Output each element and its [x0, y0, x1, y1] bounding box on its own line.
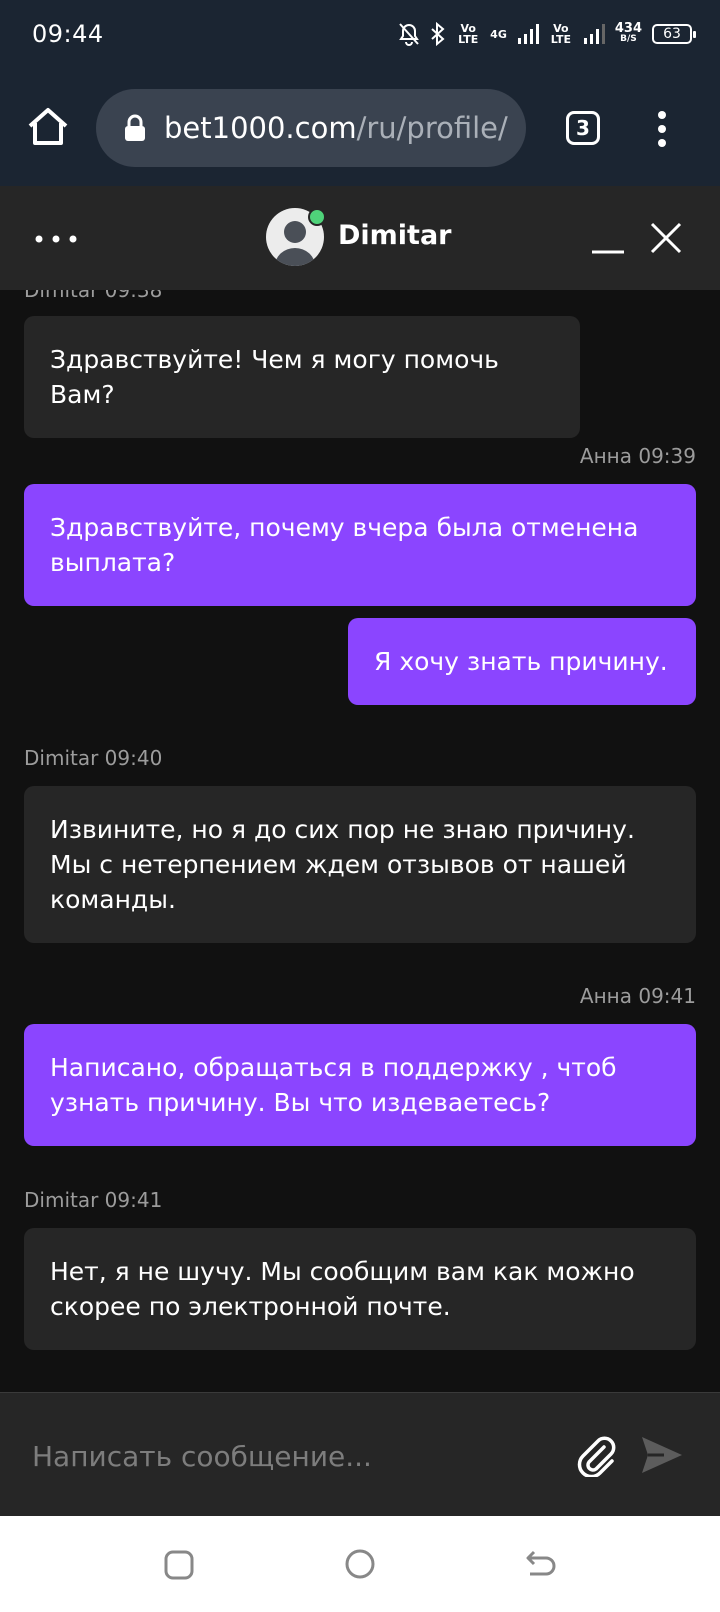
- address-bar[interactable]: bet1000.com/ru/profile/: [96, 89, 526, 167]
- signal-icon-2: [583, 24, 605, 44]
- more-horizontal-icon[interactable]: [34, 234, 78, 244]
- online-status-dot: [308, 208, 326, 226]
- signal-icon-1: [517, 24, 539, 44]
- browser-toolbar: bet1000.com/ru/profile/ 3: [0, 76, 720, 186]
- volte-label-2: Vo LTE: [550, 22, 571, 46]
- battery-level: 63: [663, 26, 681, 42]
- url-path: /ru/profile/: [356, 111, 508, 145]
- tab-count: 3: [576, 116, 590, 140]
- agent-message: Здравствуйте! Чем я могу помочь Вам?: [24, 316, 580, 438]
- send-icon[interactable]: [638, 1431, 686, 1479]
- message-meta: Анна 09:39: [579, 444, 696, 468]
- back-icon[interactable]: [524, 1548, 558, 1580]
- user-message: Я хочу знать причину.: [348, 618, 696, 705]
- battery-indicator: 63: [652, 24, 696, 44]
- agent-name: Dimitar: [338, 220, 452, 251]
- status-icons: Vo LTE 4G Vo LTE 434 B/S 63: [398, 18, 696, 50]
- more-vertical-icon[interactable]: [654, 109, 670, 149]
- status-time: 09:44: [32, 20, 104, 48]
- lock-icon: [125, 114, 145, 141]
- close-icon[interactable]: [648, 220, 684, 256]
- mute-bell-icon: [399, 23, 420, 46]
- recent-apps-icon[interactable]: [164, 1550, 194, 1580]
- network-4g-label: 4G: [490, 27, 507, 41]
- message-list[interactable]: Dimitar 09:38 Здравствуйте! Чем я могу п…: [0, 290, 720, 1390]
- bluetooth-icon: [431, 22, 445, 46]
- system-nav-bar: [0, 1516, 720, 1612]
- message-meta: Анна 09:41: [579, 984, 696, 1008]
- paperclip-icon[interactable]: [574, 1433, 618, 1477]
- message-composer: [0, 1392, 720, 1517]
- message-meta: Dimitar 09:40: [24, 746, 163, 770]
- agent-message: Извините, но я до сих пор не знаю причин…: [24, 786, 696, 943]
- home-circle-icon[interactable]: [344, 1548, 376, 1580]
- user-message: Написано, обращаться в поддержку , чтоб …: [24, 1024, 696, 1146]
- speed-value: 434: [614, 21, 642, 36]
- network-speed: 434 B/S: [614, 21, 642, 45]
- message-meta: Dimitar 09:41: [24, 1188, 163, 1212]
- agent-message: Нет, я не шучу. Мы сообщим вам как можно…: [24, 1228, 696, 1350]
- message-meta: Dimitar 09:38: [24, 290, 163, 302]
- status-bar: 09:44 Vo LTE 4G Vo LTE 434 B/S 63: [0, 0, 720, 76]
- chat-header: Dimitar: [0, 186, 720, 290]
- minimize-icon[interactable]: [590, 222, 626, 258]
- tab-switcher-button[interactable]: 3: [566, 111, 600, 145]
- message-input[interactable]: [30, 1431, 554, 1481]
- home-icon[interactable]: [26, 104, 70, 148]
- volte-label-1: Vo LTE: [458, 22, 479, 46]
- url-domain: bet1000.com: [164, 111, 357, 145]
- user-message: Здравствуйте, почему вчера была отменена…: [24, 484, 696, 606]
